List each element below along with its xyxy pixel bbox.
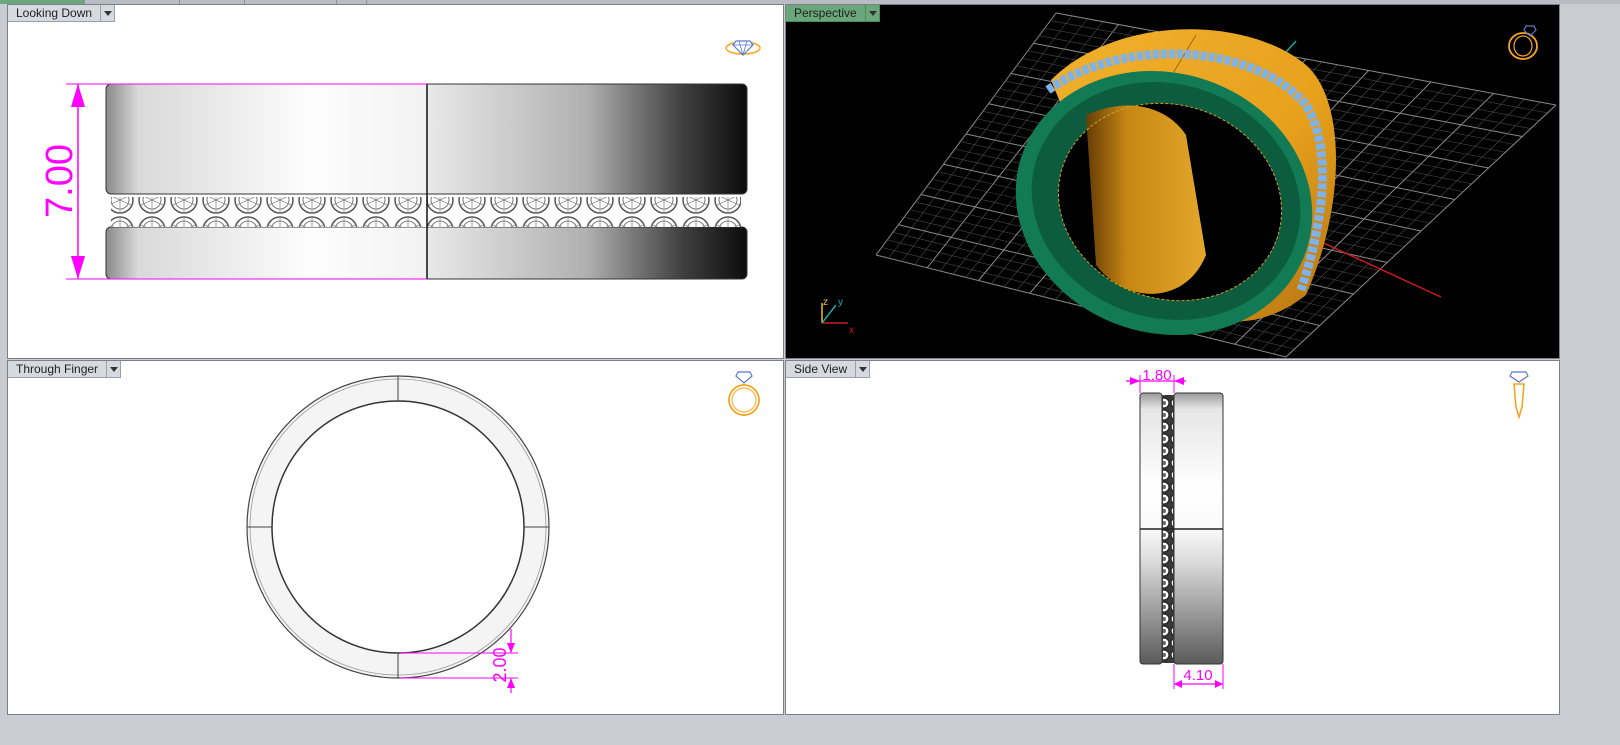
chevron-down-icon[interactable]: [856, 361, 871, 378]
viewport-title: Side View: [786, 361, 857, 378]
axis-z-label: z: [823, 297, 828, 308]
viewport-label-looking-down[interactable]: Looking Down: [8, 5, 116, 22]
front-view-drawing: 2.00: [246, 375, 550, 693]
axis-x-label: x: [849, 325, 854, 336]
viewport-title: Looking Down: [8, 5, 102, 22]
axis-triad: x y z: [821, 297, 854, 336]
chevron-down-icon[interactable]: [107, 361, 122, 378]
dimension-stone-width: 1.80: [1142, 367, 1171, 384]
chevron-down-icon[interactable]: [865, 5, 880, 22]
bottom-frame: [0, 716, 1620, 745]
ring-gem-icon: [1508, 25, 1538, 60]
viewport-title: Perspective: [786, 5, 866, 22]
perspective-drawing: x y z: [821, 12, 1557, 358]
dimension-band-width: 4.10: [1183, 667, 1212, 684]
ring-front-icon: [728, 371, 760, 416]
viewport-side-view[interactable]: Side View 1.80 4.10: [785, 360, 1560, 715]
side-view-drawing: 1.80 4.10: [1126, 367, 1224, 689]
dimension-height: 7.00: [39, 144, 81, 218]
viewport-looking-down[interactable]: Looking Down 7.00: [7, 4, 784, 359]
chevron-down-icon[interactable]: [101, 5, 116, 22]
ring-gem-icon: [725, 40, 761, 56]
axis-y-label: y: [838, 297, 843, 308]
viewport-label-side-view[interactable]: Side View: [786, 361, 871, 378]
viewport-through-finger[interactable]: Through Finger 2.00: [7, 360, 784, 715]
viewport-perspective[interactable]: Perspective x y z: [785, 4, 1560, 359]
ring-side-icon: [1509, 371, 1529, 420]
viewport-label-perspective[interactable]: Perspective: [786, 5, 880, 22]
top-view-drawing: 7.00: [39, 83, 748, 280]
viewport-label-through-finger[interactable]: Through Finger: [8, 361, 122, 378]
viewport-title: Through Finger: [8, 361, 108, 378]
dimension-thickness: 2.00: [490, 647, 510, 682]
